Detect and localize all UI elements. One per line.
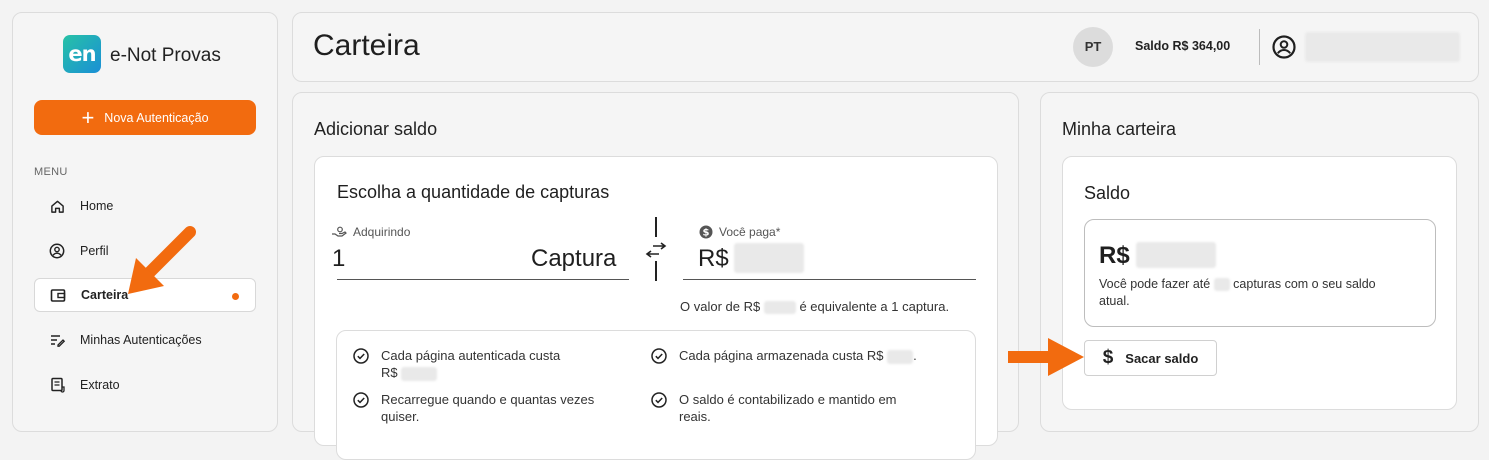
sidebar-item-home[interactable]: Home xyxy=(34,189,256,223)
feature-item: O saldo é contabilizado e mantido em reai… xyxy=(651,391,897,425)
sidebar-item-extrato[interactable]: Extrato xyxy=(34,368,256,402)
feature-item: Cada página autenticada custa R$ xyxy=(353,347,560,381)
avatar[interactable]: PT xyxy=(1073,27,1113,67)
equivalence-note: O valor de R$ é equivalente a 1 captura. xyxy=(680,299,950,315)
check-circle-icon xyxy=(353,348,369,364)
header-balance: Saldo R$ 364,00 xyxy=(1135,39,1231,53)
user-circle-icon xyxy=(48,242,66,260)
balance-card-title: Saldo xyxy=(1084,183,1131,203)
logo[interactable]: en xyxy=(63,35,101,73)
sidebar-item-label: Perfil xyxy=(80,244,109,258)
pay-label: $ Você paga* xyxy=(699,225,780,239)
acquiring-label: Adquirindo xyxy=(331,225,410,239)
sidebar-item-label: Carteira xyxy=(81,288,129,302)
plus-icon: + xyxy=(81,104,95,130)
wallet-icon xyxy=(49,286,67,304)
pay-value-redacted xyxy=(734,243,804,273)
swap-icon[interactable] xyxy=(645,242,667,263)
home-icon xyxy=(48,197,66,215)
add-balance-panel: Adicionar saldo Escolha a quantidade de … xyxy=(292,92,1019,460)
svg-text:$: $ xyxy=(703,228,710,239)
balance-value-redacted xyxy=(1136,242,1216,268)
redacted-value xyxy=(887,349,914,364)
dollar-circle-icon: $ xyxy=(699,225,713,239)
feature-item: Recarregue quando e quantas vezes quiser. xyxy=(353,391,594,425)
redacted-value xyxy=(1213,278,1230,292)
withdraw-button[interactable]: $ Sacar saldo xyxy=(1084,340,1217,376)
sidebar-item-label: Home xyxy=(80,199,114,213)
balance-box: R$ Você pode fazer até capturas com o se… xyxy=(1084,219,1436,327)
quantity-input-underline xyxy=(337,279,629,280)
divider xyxy=(1259,29,1260,65)
add-balance-title: Adicionar saldo xyxy=(314,119,438,139)
balance-message: Você pode fazer até capturas com o seu s… xyxy=(1099,277,1376,308)
new-authentication-button[interactable]: + Nova Autenticação xyxy=(34,100,256,135)
swap-divider-top xyxy=(655,217,657,237)
account-icon[interactable] xyxy=(1272,35,1296,64)
page-title: Carteira xyxy=(313,29,420,62)
active-indicator xyxy=(232,293,239,300)
user-name-redacted xyxy=(1305,32,1460,62)
balance-currency: R$ xyxy=(1099,242,1130,269)
sidebar-item-minhas-autenticacoes[interactable]: Minhas Autenticações xyxy=(34,323,256,357)
menu-label: MENU xyxy=(34,166,68,178)
page-header: Carteira PT Saldo R$ 364,00 xyxy=(292,12,1479,82)
pay-input-underline xyxy=(683,279,976,280)
redacted-value xyxy=(401,366,438,381)
check-circle-icon xyxy=(353,392,369,408)
edit-list-icon xyxy=(48,331,66,349)
redacted-value xyxy=(763,301,796,315)
captures-card-title: Escolha a quantidade de capturas xyxy=(337,182,610,202)
unit-label: Captura xyxy=(531,245,617,272)
feature-item: Cada página armazenada custa R$ . xyxy=(651,347,917,364)
pay-currency: R$ xyxy=(698,245,729,272)
quantity-value[interactable]: 1 xyxy=(332,245,345,273)
sidebar-item-label: Minhas Autenticações xyxy=(80,333,202,347)
annotation-arrow-icon xyxy=(128,226,196,294)
my-wallet-title: Minha carteira xyxy=(1062,119,1177,139)
features-box: Cada página autenticada custa R$ Cada pág… xyxy=(336,330,976,460)
annotation-arrow-icon xyxy=(1008,338,1084,376)
swap-divider-bottom xyxy=(655,261,657,281)
balance-card: Saldo R$ Você pode fazer até capturas co… xyxy=(1062,156,1457,410)
dollar-icon: $ xyxy=(1102,347,1114,368)
sidebar-item-label: Extrato xyxy=(80,378,120,392)
check-circle-icon xyxy=(651,348,667,364)
check-circle-icon xyxy=(651,392,667,408)
new-authentication-label: Nova Autenticação xyxy=(104,110,209,125)
captures-card: Escolha a quantidade de capturas Adquiri… xyxy=(314,156,998,460)
receipt-icon xyxy=(48,376,66,394)
my-wallet-panel: Minha carteira Saldo R$ Você pode fazer … xyxy=(1040,92,1479,432)
brand-name: e-Not Provas xyxy=(110,45,221,66)
hand-coin-icon xyxy=(332,226,347,237)
